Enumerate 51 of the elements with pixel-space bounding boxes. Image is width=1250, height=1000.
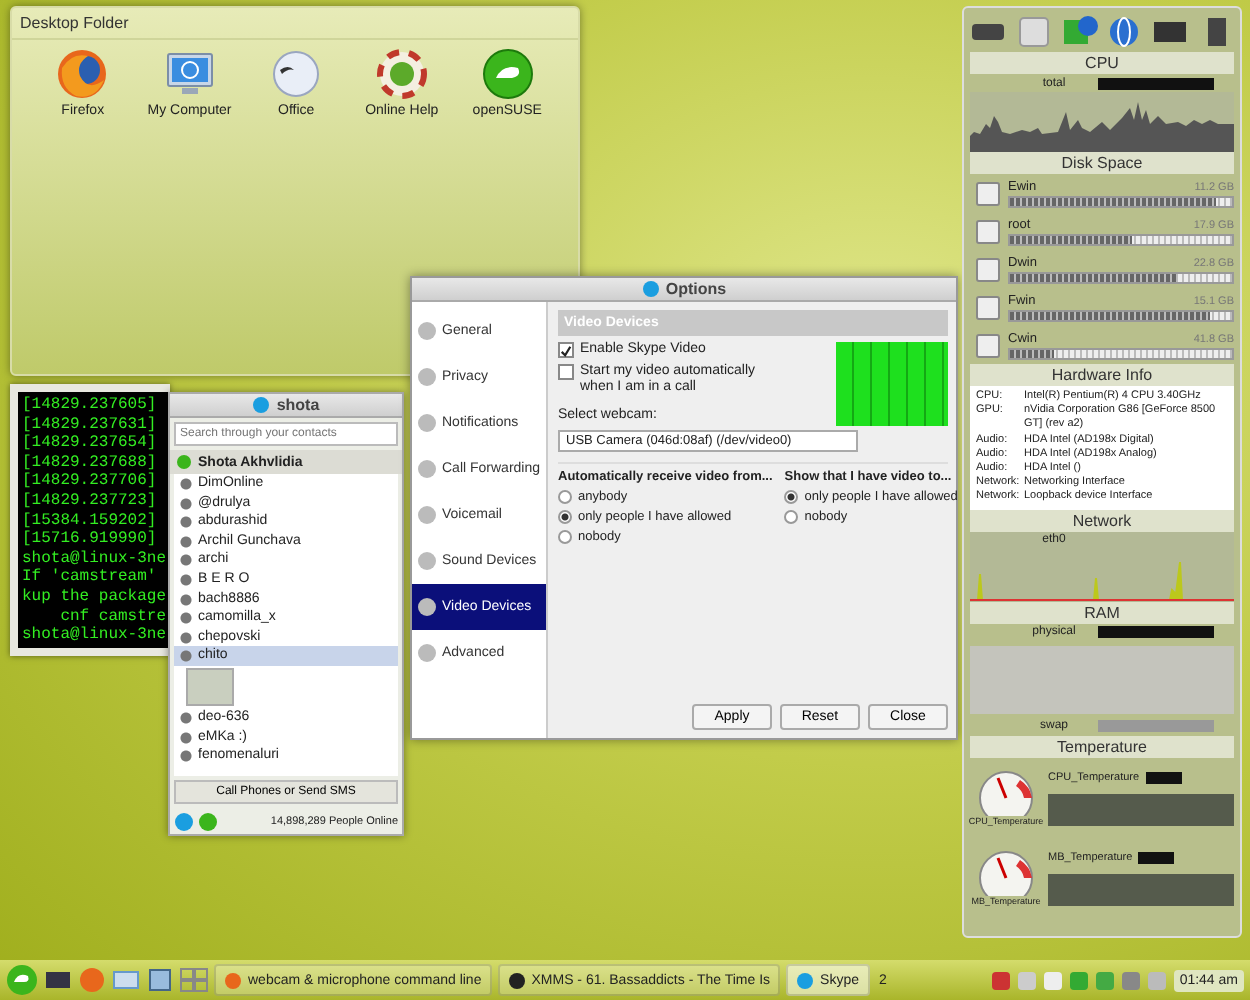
section-header: RAM [970, 601, 1234, 624]
window-title: Options [665, 280, 727, 298]
radio-button[interactable] [784, 490, 799, 504]
terminal-line: [14829.237654] [22, 434, 159, 454]
skype-icon [796, 971, 815, 989]
monitor-icon[interactable] [163, 48, 216, 100]
window-title: shota [276, 396, 320, 414]
terminal-line: [14829.237688] [22, 453, 159, 472]
radio-button[interactable] [558, 510, 572, 524]
terminal-line: [15716.919990] [22, 530, 159, 550]
skype-icon [252, 396, 271, 414]
terminal-line: kup the package [22, 587, 166, 608]
avatar-placeholder [186, 667, 234, 706]
radio-button[interactable] [784, 510, 799, 524]
meter-bar [1098, 720, 1214, 733]
skype-icon [641, 280, 660, 298]
terminal-line: If 'camstream' [22, 568, 159, 588]
terminal-line: [15384.159202] [22, 511, 159, 530]
terminal-line: shota@linux-3ne [22, 549, 166, 568]
skype-icon[interactable] [174, 811, 194, 831]
terminal-line: [14829.237723] [22, 491, 159, 512]
radio-button[interactable] [558, 490, 572, 504]
window-icon[interactable] [146, 966, 174, 994]
section-header: Disk Space [970, 152, 1234, 174]
app-icon [507, 971, 526, 989]
terminal-line: [14829.237605] [22, 396, 159, 416]
meter-bar [1098, 626, 1214, 639]
checkbox[interactable] [558, 364, 574, 380]
circle-logo-icon[interactable] [481, 48, 534, 100]
radio-button[interactable] [558, 530, 572, 544]
gauge-icon [976, 768, 1036, 817]
terminal-line: cnf camstre [58, 607, 166, 626]
section-header: Temperature [970, 735, 1234, 758]
lifebuoy-icon[interactable] [375, 48, 428, 100]
status-icon [176, 454, 192, 470]
terminal-line: shota@linux-3ne [22, 626, 166, 646]
section-header: CPU [970, 52, 1234, 74]
meter-bar [1138, 852, 1175, 865]
meter-bar [1098, 77, 1214, 89]
terminal-line: [14829.237631] [22, 415, 159, 434]
start-menu-icon[interactable] [6, 964, 38, 996]
terminal-line: [14829.237706] [22, 472, 159, 492]
ball-icon[interactable] [270, 48, 323, 100]
mail-icon[interactable] [112, 966, 140, 994]
folder-title: Desktop Folder [12, 8, 578, 40]
desktop-pager-icon[interactable] [180, 966, 208, 994]
meter-bar [1145, 772, 1182, 785]
gauge-icon [976, 848, 1036, 897]
section-header: Hardware Info [970, 364, 1234, 386]
webcam-preview [836, 342, 948, 426]
section-header: Network [970, 509, 1234, 532]
